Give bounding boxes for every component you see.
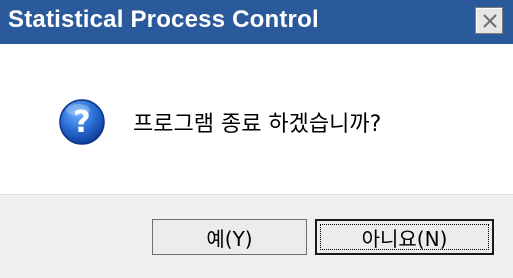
- no-button[interactable]: 아니요(N): [315, 219, 494, 255]
- no-button-label: 아니요(N): [361, 226, 448, 251]
- svg-text:?: ?: [73, 105, 90, 140]
- dialog-content: ? 프로그램 종료 하겠습니까?: [0, 44, 513, 194]
- close-icon: [483, 14, 497, 28]
- question-icon: ?: [59, 99, 105, 145]
- dialog-title: Statistical Process Control: [8, 6, 319, 33]
- close-button[interactable]: [475, 7, 503, 34]
- button-bar: 예(Y) 아니요(N): [0, 194, 513, 278]
- yes-button-label: 예(Y): [206, 226, 253, 251]
- dialog-message: 프로그램 종료 하겠습니까?: [133, 112, 382, 137]
- title-bar[interactable]: Statistical Process Control: [0, 0, 513, 44]
- yes-button[interactable]: 예(Y): [152, 219, 307, 255]
- message-dialog: Statistical Process Control ? 프로그램 종료 하겠…: [0, 0, 513, 278]
